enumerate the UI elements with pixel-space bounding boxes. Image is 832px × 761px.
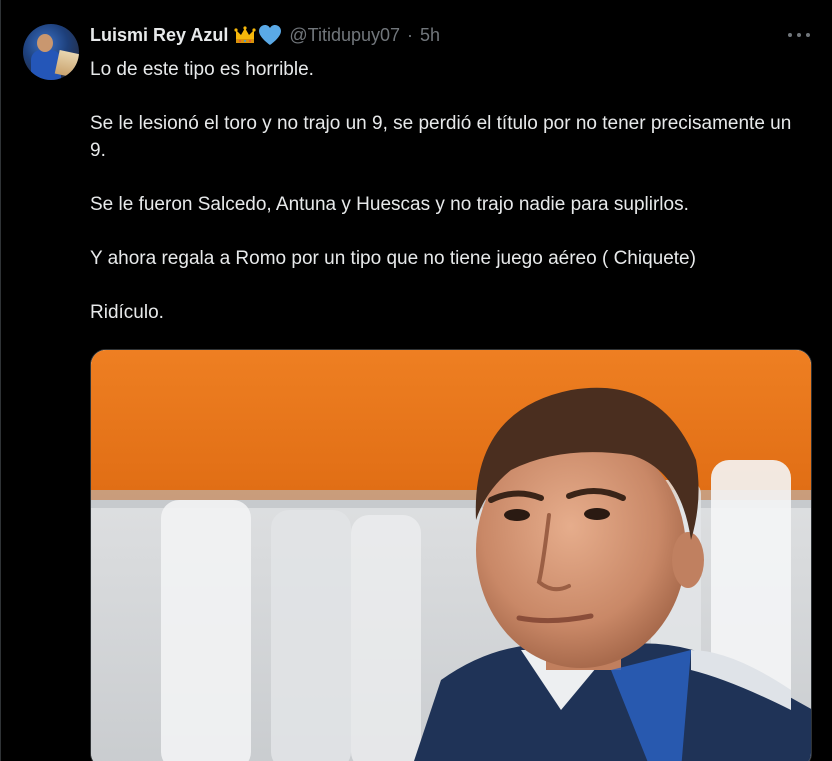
timestamp[interactable]: 5h: [420, 25, 440, 46]
dot: [797, 33, 801, 37]
user-handle[interactable]: @Titidupuy07: [289, 25, 400, 46]
tweet-container: Luismi Rey Azul @Titidupuy07 · 5h Lo de …: [0, 0, 832, 761]
tweet-paragraph: Y ahora regala a Romo por un tipo que no…: [90, 248, 696, 269]
tweet-paragraph: Ridículo.: [90, 302, 164, 323]
tweet-paragraph: Se le fueron Salcedo, Antuna y Huescas y…: [90, 194, 689, 215]
tweet-header: Luismi Rey Azul @Titidupuy07 · 5h: [90, 22, 440, 48]
tweet-paragraph: Lo de este tipo es horrible.: [90, 59, 314, 80]
separator-dot: ·: [407, 24, 414, 45]
tweet-photo[interactable]: [90, 349, 812, 761]
photo-coach-portrait: [91, 350, 811, 761]
tweet-paragraph: Se le lesionó el toro y no trajo un 9, s…: [90, 113, 792, 161]
avatar-flag: [54, 49, 79, 79]
blue-heart-emoji-icon: [258, 24, 282, 46]
tweet-text: Lo de este tipo es horrible. Se le lesio…: [90, 56, 805, 353]
dot: [806, 33, 810, 37]
avatar-head: [37, 34, 53, 52]
display-name[interactable]: Luismi Rey Azul: [90, 25, 228, 46]
dot: [788, 33, 792, 37]
crown-emoji-icon: [234, 25, 256, 45]
avatar[interactable]: [23, 24, 79, 80]
more-options-icon[interactable]: [788, 28, 810, 42]
